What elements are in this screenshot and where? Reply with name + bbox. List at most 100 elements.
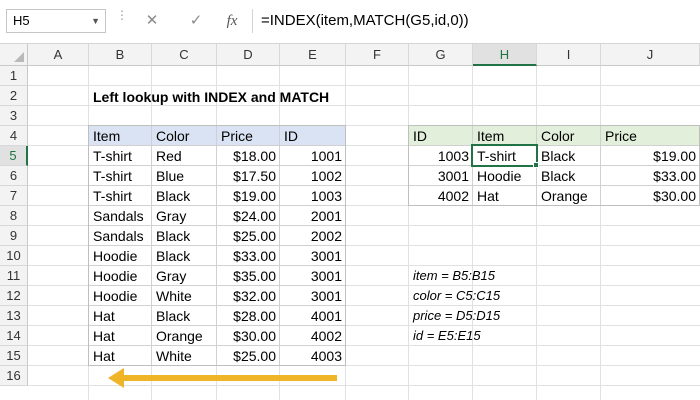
main-table-cell[interactable]: Sandals [89, 226, 152, 246]
row-header-7[interactable]: 7 [0, 186, 28, 206]
row-header-5[interactable]: 5 [0, 146, 28, 166]
lookup-table-cell[interactable]: $33.00 [601, 166, 700, 186]
main-table-cell[interactable]: 1001 [280, 146, 346, 166]
main-table-cell[interactable]: Gray [152, 266, 217, 286]
main-table-cell[interactable]: Hoodie [89, 246, 152, 266]
fill-handle[interactable] [533, 162, 539, 168]
main-table-cell[interactable]: Red [152, 146, 217, 166]
lookup-table-cell[interactable]: $30.00 [601, 186, 700, 206]
main-table-cell[interactable]: Black [152, 246, 217, 266]
spreadsheet-grid[interactable]: ABCDEFGHIJ 1 2 3 4 5 6 7 8 9 10 11 12 13 14 15 16 Left … [0, 44, 700, 400]
main-table-cell[interactable]: $18.00 [217, 146, 280, 166]
main-table-cell[interactable]: 1002 [280, 166, 346, 186]
main-table-header-cell[interactable]: Price [217, 126, 280, 146]
column-header-c[interactable]: C [152, 44, 217, 66]
main-table-header-cell[interactable]: Color [152, 126, 217, 146]
main-table-cell[interactable]: $32.00 [217, 286, 280, 306]
main-table-cell[interactable]: 3001 [280, 266, 346, 286]
main-table-cell[interactable]: $28.00 [217, 306, 280, 326]
main-table-cell[interactable]: 2001 [280, 206, 346, 226]
named-range-label[interactable]: price = D5:D15 [409, 306, 609, 326]
main-table-cell[interactable]: 2002 [280, 226, 346, 246]
row-header-9[interactable]: 9 [0, 226, 28, 246]
main-table-cell[interactable]: Orange [152, 326, 217, 346]
column-header-h[interactable]: H [473, 44, 537, 66]
row-header-12[interactable]: 12 [0, 286, 28, 306]
main-table-cell[interactable]: $30.00 [217, 326, 280, 346]
column-header-b[interactable]: B [89, 44, 152, 66]
insert-function-icon[interactable]: fx [220, 10, 244, 32]
main-table-cell[interactable]: 4002 [280, 326, 346, 346]
main-table-cell[interactable]: $35.00 [217, 266, 280, 286]
main-table-cell[interactable]: T-shirt [89, 166, 152, 186]
active-cell-selection[interactable] [471, 144, 538, 167]
main-table-cell[interactable]: $19.00 [217, 186, 280, 206]
lookup-table-header-cell[interactable]: Price [601, 126, 700, 146]
row-header-1[interactable]: 1 [0, 66, 28, 86]
sheet-title[interactable]: Left lookup with INDEX and MATCH [89, 87, 389, 107]
lookup-table-cell[interactable]: 4002 [409, 186, 473, 206]
main-table-cell[interactable]: Hat [89, 346, 152, 366]
lookup-table-header-cell[interactable]: ID [409, 126, 473, 146]
formula-input[interactable]: =INDEX(item,MATCH(G5,id,0)) [252, 9, 696, 33]
enter-icon[interactable]: ✓ [184, 10, 208, 32]
lookup-table-cell[interactable]: Orange [537, 186, 601, 206]
main-table-cell[interactable]: Black [152, 226, 217, 246]
main-table-cell[interactable]: T-shirt [89, 186, 152, 206]
lookup-table-cell[interactable]: 3001 [409, 166, 473, 186]
row-header-8[interactable]: 8 [0, 206, 28, 226]
main-table-cell[interactable]: 3001 [280, 286, 346, 306]
main-table-cell[interactable]: $25.00 [217, 346, 280, 366]
column-header-j[interactable]: J [601, 44, 700, 66]
lookup-table-cell[interactable]: Hoodie [473, 166, 537, 186]
lookup-table-cell[interactable]: Hat [473, 186, 537, 206]
named-range-label[interactable]: item = B5:B15 [409, 266, 609, 286]
main-table-cell[interactable]: Sandals [89, 206, 152, 226]
lookup-table-cell[interactable]: $19.00 [601, 146, 700, 166]
main-table-cell[interactable]: $33.00 [217, 246, 280, 266]
main-table-cell[interactable]: $17.50 [217, 166, 280, 186]
row-header-14[interactable]: 14 [0, 326, 28, 346]
row-header-6[interactable]: 6 [0, 166, 28, 186]
row-header-15[interactable]: 15 [0, 346, 28, 366]
main-table-cell[interactable]: $25.00 [217, 226, 280, 246]
column-header-i[interactable]: I [537, 44, 601, 66]
main-table-cell[interactable]: Blue [152, 166, 217, 186]
main-table-cell[interactable]: 1003 [280, 186, 346, 206]
lookup-table-header-cell[interactable]: Item [473, 126, 537, 146]
row-header-3[interactable]: 3 [0, 106, 28, 126]
main-table-cell[interactable]: White [152, 346, 217, 366]
main-table-cell[interactable]: Gray [152, 206, 217, 226]
drag-handle-icon[interactable]: ⋮ [116, 9, 128, 30]
name-box[interactable]: H5 ▼ [6, 9, 106, 33]
cancel-icon[interactable]: ✕ [140, 10, 164, 32]
column-header-f[interactable]: F [346, 44, 409, 66]
row-header-10[interactable]: 10 [0, 246, 28, 266]
main-table-cell[interactable]: $24.00 [217, 206, 280, 226]
named-range-label[interactable]: color = C5:C15 [409, 286, 609, 306]
main-table-cell[interactable]: T-shirt [89, 146, 152, 166]
lookup-table-cell[interactable]: Black [537, 146, 601, 166]
named-range-label[interactable]: id = E5:E15 [409, 326, 609, 346]
row-header-16[interactable]: 16 [0, 366, 28, 386]
row-header-11[interactable]: 11 [0, 266, 28, 286]
column-header-a[interactable]: A [28, 44, 89, 66]
select-all-button[interactable] [0, 44, 28, 66]
lookup-table-cell[interactable]: 1003 [409, 146, 473, 166]
column-header-d[interactable]: D [217, 44, 280, 66]
main-table-cell[interactable]: 4001 [280, 306, 346, 326]
main-table-header-cell[interactable]: ID [280, 126, 346, 146]
chevron-down-icon[interactable]: ▼ [91, 10, 100, 32]
main-table-cell[interactable]: Hoodie [89, 286, 152, 306]
lookup-table-header-cell[interactable]: Color [537, 126, 601, 146]
row-header-4[interactable]: 4 [0, 126, 28, 146]
lookup-table-cell[interactable]: Black [537, 166, 601, 186]
main-table-cell[interactable]: Black [152, 306, 217, 326]
row-header-2[interactable]: 2 [0, 86, 28, 106]
main-table-cell[interactable]: Hoodie [89, 266, 152, 286]
main-table-cell[interactable]: Hat [89, 306, 152, 326]
main-table-cell[interactable]: 3001 [280, 246, 346, 266]
column-header-g[interactable]: G [409, 44, 473, 66]
row-header-13[interactable]: 13 [0, 306, 28, 326]
main-table-cell[interactable]: White [152, 286, 217, 306]
